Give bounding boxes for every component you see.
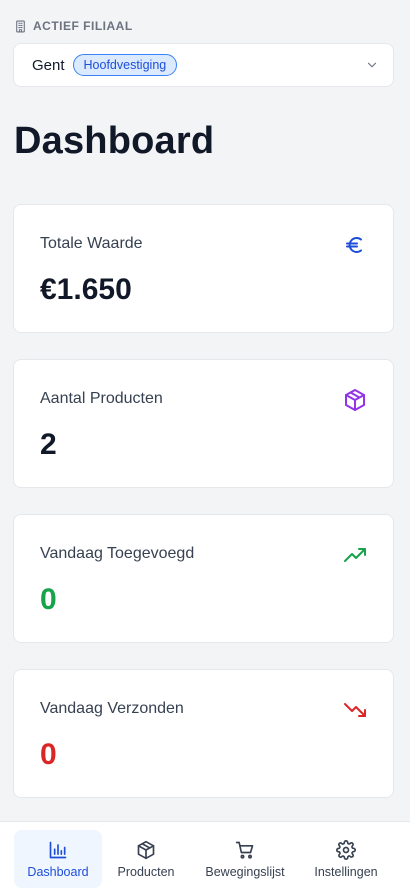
stat-value: 0 [40,738,57,771]
gear-icon [336,839,356,860]
stat-label: Vandaag Toegevoegd [40,545,195,562]
branch-name: Gent [32,56,65,74]
branch-badge: Hoofdvestiging [72,54,178,76]
stat-label: Aantal Producten [40,390,163,407]
euro-icon [346,237,362,253]
stat-label: Totale Waarde [40,235,143,252]
package-icon [345,389,365,411]
page-title: Dashboard [14,120,215,162]
nav-item-movements[interactable]: Bewegingslijst [196,830,294,888]
building-icon [16,20,25,32]
bar-chart-icon [49,841,67,858]
nav-item-label: Producten [117,864,175,879]
stat-card-total-value: Totale Waarde €1.650 [13,204,394,333]
nav-item-products[interactable]: Producten [108,830,184,888]
active-branch-label-text: ACTIEF FILIAAL [33,19,133,33]
nav-item-label: Dashboard [27,864,89,879]
stat-value: €1.650 [40,273,132,306]
cart-icon [235,841,254,859]
nav-item-settings[interactable]: Instellingen [304,830,388,888]
trending-down-icon [344,703,366,717]
branch-select[interactable]: Gent Hoofdvestiging [13,43,394,87]
stat-value: 0 [40,583,57,616]
nav-item-label: Instellingen [314,864,378,879]
trending-up-icon [344,548,366,562]
stat-card-shipped-today: Vandaag Verzonden 0 [13,669,394,798]
stat-value: 2 [40,428,57,461]
package-icon [137,840,155,859]
dashboard-page: ACTIEF FILIAAL Gent Hoofdvestiging Dashb… [0,0,410,894]
stat-label: Vandaag Verzonden [40,700,184,717]
active-branch-label: ACTIEF FILIAAL [14,19,133,33]
bottom-nav: Dashboard Producten Bewegingslijst Inste… [0,821,410,894]
chevron-down-icon [367,62,377,68]
stat-card-product-count: Aantal Producten 2 [13,359,394,488]
nav-item-label: Bewegingslijst [205,864,285,879]
stat-card-added-today: Vandaag Toegevoegd 0 [13,514,394,643]
nav-item-dashboard[interactable]: Dashboard [14,830,102,888]
